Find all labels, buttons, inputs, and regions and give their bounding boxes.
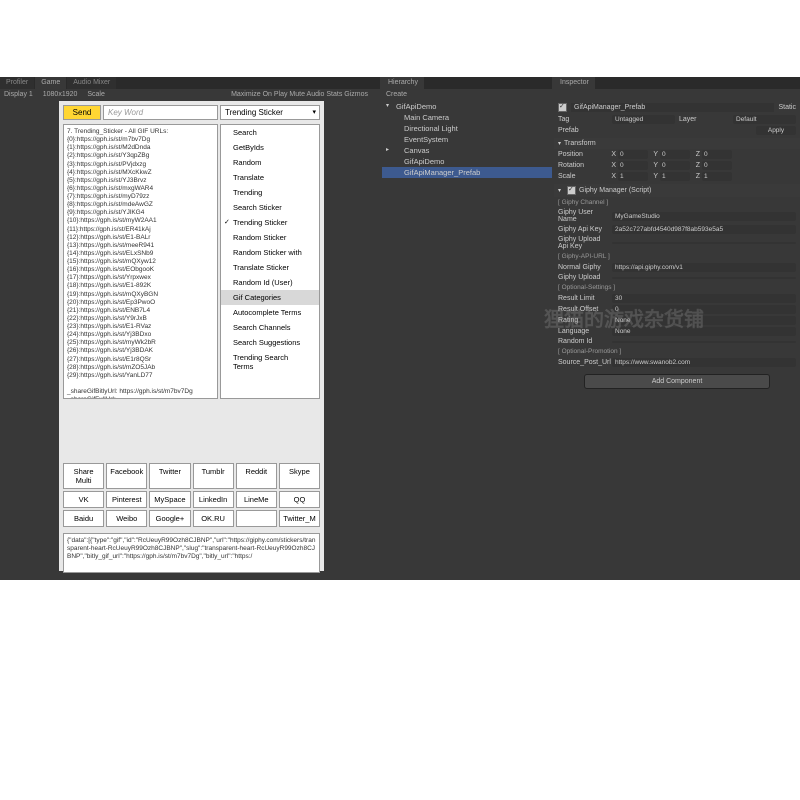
keyword-input[interactable]: Key Word <box>103 105 218 120</box>
scale-y[interactable]: 1 <box>660 172 690 181</box>
tab-hierarchy[interactable]: Hierarchy <box>382 77 424 89</box>
hierarchy-item-directional-light[interactable]: Directional Light <box>382 123 552 134</box>
option-trending[interactable]: Trending <box>221 185 319 200</box>
share-linkedin[interactable]: LinkedIn <box>193 491 234 508</box>
rating-field[interactable]: None <box>612 316 796 325</box>
option-autocomplete-terms[interactable]: Autocomplete Terms <box>221 305 319 320</box>
rot-x[interactable]: 0 <box>618 161 648 170</box>
source-url-field[interactable]: https://www.swanob2.com <box>612 358 796 367</box>
language-field[interactable]: None <box>612 327 796 336</box>
transform-component[interactable]: ▾Transform <box>554 138 800 149</box>
api-dropdown[interactable]: Trending Sticker <box>220 105 320 120</box>
active-checkbox[interactable] <box>558 103 567 112</box>
share-qq[interactable]: QQ <box>279 491 320 508</box>
scale-z[interactable]: 1 <box>702 172 732 181</box>
upload-key-field[interactable] <box>612 242 796 244</box>
share-weibo[interactable]: Weibo <box>106 510 147 527</box>
option-translate[interactable]: Translate <box>221 170 319 185</box>
pos-z[interactable]: 0 <box>702 150 732 159</box>
share-myspace[interactable]: MySpace <box>149 491 190 508</box>
normal-url-field[interactable]: https://api.giphy.com/v1 <box>612 263 796 272</box>
share-pinterest[interactable]: Pinterest <box>106 491 147 508</box>
option-gif-categories[interactable]: Gif Categories <box>221 290 319 305</box>
hierarchy-item-gifapimanager_prefab[interactable]: GifApiManager_Prefab <box>382 167 552 178</box>
randomid-field[interactable] <box>612 341 796 343</box>
upload-url-field[interactable] <box>612 277 796 279</box>
option-random-id-(user)[interactable]: Random Id (User) <box>221 275 319 290</box>
tab-audio-mixer[interactable]: Audio Mixer <box>67 77 116 89</box>
option-translate-sticker[interactable]: Translate Sticker <box>221 260 319 275</box>
option-trending-sticker[interactable]: Trending Sticker <box>221 215 319 230</box>
limit-field[interactable]: 30 <box>612 294 796 303</box>
share-baidu[interactable]: Baidu <box>63 510 104 527</box>
tab-profiler[interactable]: Profiler <box>0 77 34 89</box>
option-search-channels[interactable]: Search Channels <box>221 320 319 335</box>
option-search[interactable]: Search <box>221 125 319 140</box>
hierarchy-item-main-camera[interactable]: Main Camera <box>382 112 552 123</box>
option-getbyids[interactable]: GetByIds <box>221 140 319 155</box>
gameobject-name[interactable]: GifApiManager_Prefab <box>571 103 774 112</box>
hierarchy-toolbar: Create <box>382 89 552 101</box>
option-trending-search-terms[interactable]: Trending Search Terms <box>221 350 319 374</box>
rot-y[interactable]: 0 <box>660 161 690 170</box>
script-component[interactable]: ▾Giphy Manager (Script) <box>554 184 800 197</box>
scale-x[interactable]: 1 <box>618 172 648 181</box>
share-twitter[interactable]: Twitter <box>149 463 190 489</box>
output-text: 7. Trending_Sticker - All GIF URLs:{0}:h… <box>63 124 218 399</box>
hierarchy-panel: ▾GifApiDemoMain CameraDirectional LightE… <box>382 101 552 178</box>
share-lineme[interactable]: LineMe <box>236 491 277 508</box>
share-facebook[interactable]: Facebook <box>106 463 147 489</box>
inspector-panel: GifApiManager_Prefab Static Tag Untagged… <box>554 101 800 395</box>
share-reddit[interactable]: Reddit <box>236 463 277 489</box>
share-share-multi[interactable]: Share Multi <box>63 463 104 489</box>
option-search-suggestions[interactable]: Search Suggestions <box>221 335 319 350</box>
game-toolbar: Display 1 1080x1920 Scale Maximize On Pl… <box>0 89 380 101</box>
static-label[interactable]: Static <box>778 104 796 111</box>
option-random-sticker-with[interactable]: Random Sticker with <box>221 245 319 260</box>
hierarchy-item-canvas[interactable]: ▸Canvas <box>382 145 552 156</box>
pos-x[interactable]: 0 <box>618 150 648 159</box>
hierarchy-item-gifapidemo[interactable]: GifApiDemo <box>382 156 552 167</box>
pos-y[interactable]: 0 <box>660 150 690 159</box>
share-skype[interactable]: Skype <box>279 463 320 489</box>
layer-field[interactable]: Default <box>733 115 796 124</box>
option-random-sticker[interactable]: Random Sticker <box>221 230 319 245</box>
share-buttons: Share MultiFacebookTwitterTumblrRedditSk… <box>59 459 324 533</box>
share-twitter_m[interactable]: Twitter_M <box>279 510 320 527</box>
apikey-field[interactable]: 2a52c727abfd4540d987f8ab593e5a5 <box>612 225 796 234</box>
send-button[interactable]: Send <box>63 105 101 120</box>
hierarchy-item-eventsystem[interactable]: EventSystem <box>382 134 552 145</box>
add-component-button[interactable]: Add Component <box>584 374 770 389</box>
tag-field[interactable]: Untagged <box>612 115 675 124</box>
json-output: {"data":[{"type":"gif","id":"RcUeuyR99Oz… <box>63 533 320 573</box>
share-google+[interactable]: Google+ <box>149 510 190 527</box>
tab-game[interactable]: Game <box>35 77 66 89</box>
hierarchy-item-gifapidemo[interactable]: ▾GifApiDemo <box>382 101 552 112</box>
share-tumblr[interactable]: Tumblr <box>193 463 234 489</box>
option-search-sticker[interactable]: Search Sticker <box>221 200 319 215</box>
option-random[interactable]: Random <box>221 155 319 170</box>
rot-z[interactable]: 0 <box>702 161 732 170</box>
share-vk[interactable]: VK <box>63 491 104 508</box>
share-ok.ru[interactable]: OK.RU <box>193 510 234 527</box>
offset-field[interactable]: 0 <box>612 305 796 314</box>
game-panel: Send Key Word Trending Sticker 7. Trendi… <box>59 101 324 571</box>
dropdown-options: SearchGetByIdsRandomTranslateTrendingSea… <box>220 124 320 399</box>
username-field[interactable]: MyGameStudio <box>612 212 796 221</box>
apply-button[interactable]: Apply <box>756 126 796 135</box>
share-blank[interactable] <box>236 510 277 527</box>
tab-inspector[interactable]: Inspector <box>554 77 595 89</box>
